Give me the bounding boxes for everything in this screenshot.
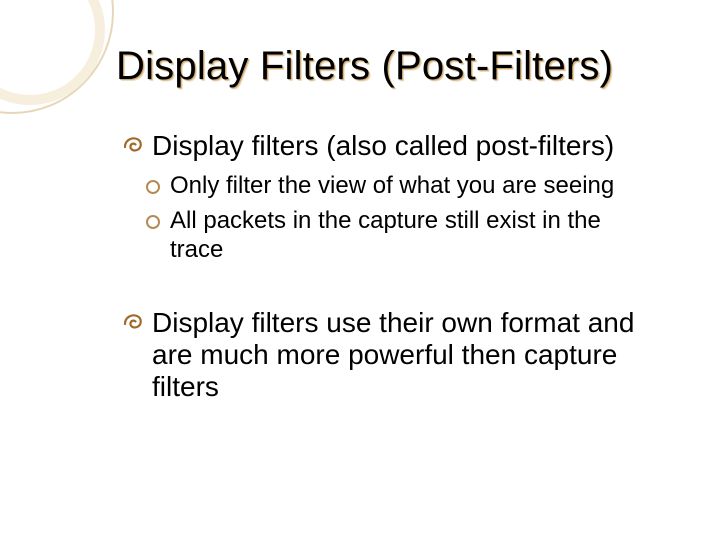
ring-bullet-icon (146, 180, 160, 194)
swirl-bullet-icon (122, 132, 146, 156)
swirl-bullet-icon (122, 309, 146, 333)
ring-bullet-icon (146, 215, 160, 229)
bullet-text: Display filters use their own format and… (152, 307, 634, 402)
bullet-item: Display filters use their own format and… (122, 307, 660, 404)
sub-bullet-item: Only filter the view of what you are see… (122, 172, 660, 201)
bullet-item: Display filters (also called post-filter… (122, 130, 660, 162)
sub-bullet-text: Only filter the view of what you are see… (170, 172, 614, 199)
slide: Display Filters (Post-Filters) Display f… (0, 0, 720, 540)
corner-decoration (0, 0, 130, 130)
slide-body: Display filters (also called post-filter… (122, 130, 660, 413)
bullet-text: Display filters (also called post-filter… (152, 130, 614, 161)
sub-bullet-text: All packets in the capture still exist i… (170, 207, 601, 263)
slide-title: Display Filters (Post-Filters) (116, 44, 680, 89)
sub-bullet-item: All packets in the capture still exist i… (122, 207, 660, 265)
